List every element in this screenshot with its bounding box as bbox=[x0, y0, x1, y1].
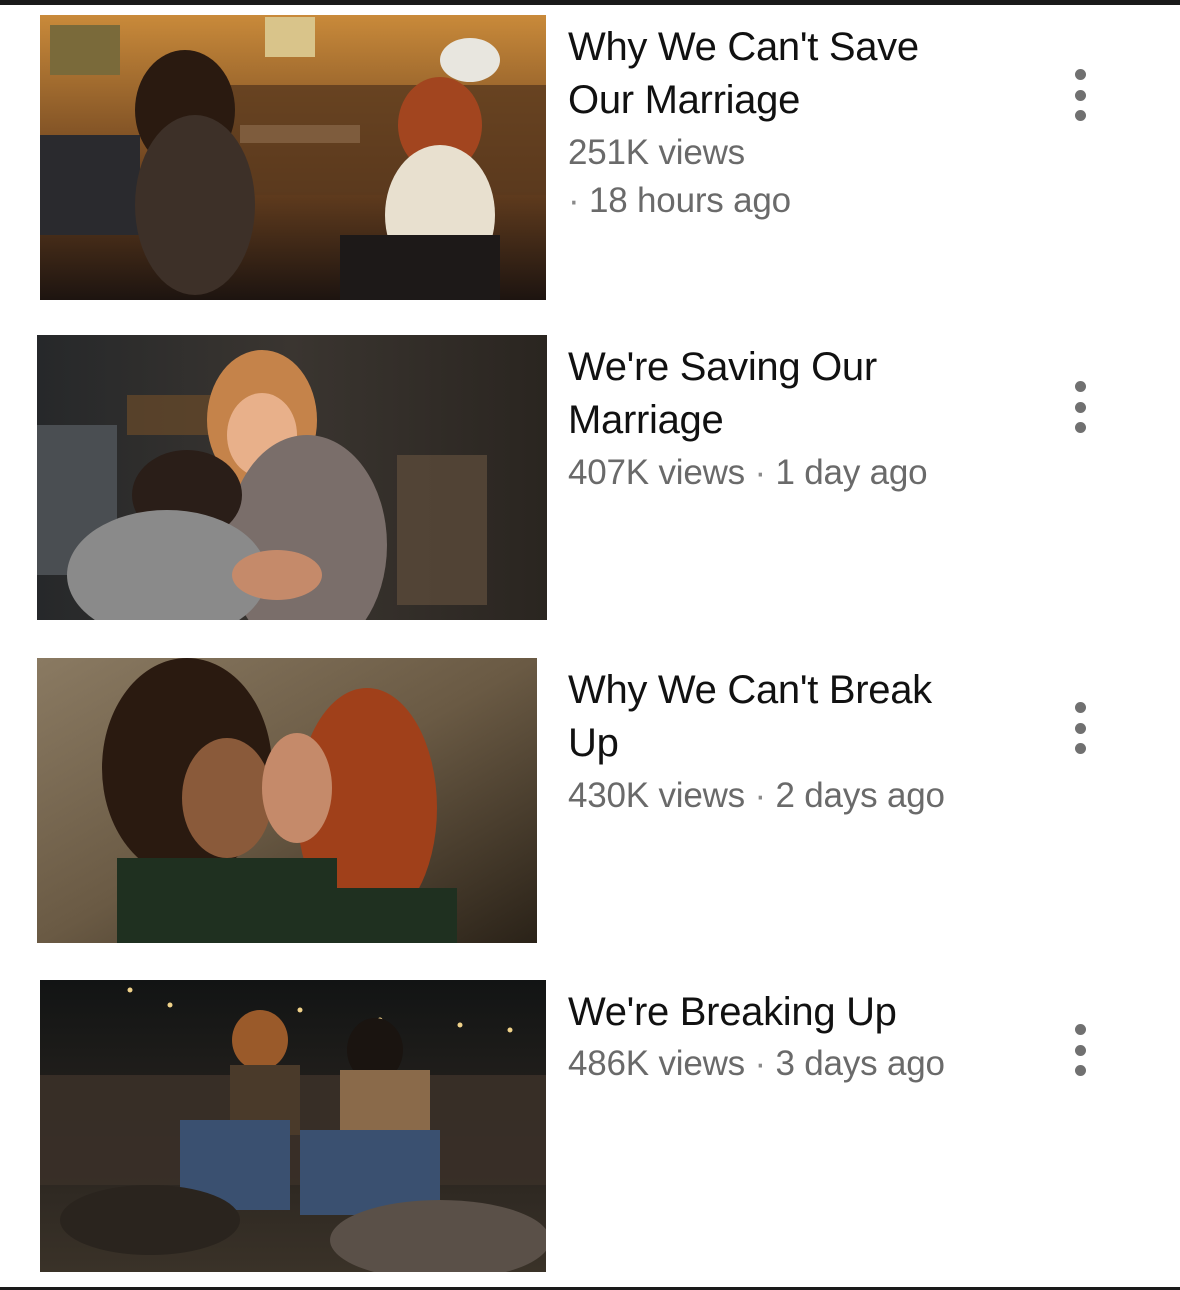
kebab-dot bbox=[1074, 1065, 1086, 1076]
separator-dot: · bbox=[744, 453, 776, 492]
video-thumbnail[interactable] bbox=[40, 980, 546, 1272]
video-item[interactable]: Why We Can't Save Our Marriage 251K view… bbox=[0, 15, 1180, 315]
video-title[interactable]: We're Breaking Up bbox=[568, 986, 988, 1039]
video-item[interactable]: We're Breaking Up 486K views · 3 days ag… bbox=[0, 980, 1180, 1280]
kebab-dot bbox=[1074, 401, 1086, 413]
kebab-dot bbox=[1074, 110, 1086, 121]
kebab-dot bbox=[1074, 1024, 1086, 1035]
more-vert-icon[interactable] bbox=[1060, 375, 1100, 439]
video-item[interactable]: Why We Can't Break Up 430K views · 2 day… bbox=[0, 658, 1180, 958]
view-count: 486K views bbox=[568, 1044, 745, 1083]
video-thumbnail[interactable] bbox=[40, 15, 546, 300]
view-count: 251K views bbox=[568, 133, 745, 172]
separator-dot: · bbox=[568, 181, 589, 220]
video-meta: 430K views · 2 days ago bbox=[568, 772, 988, 820]
video-title[interactable]: We're Saving Our Marriage bbox=[568, 341, 988, 447]
video-title[interactable]: Why We Can't Break Up bbox=[568, 664, 988, 770]
more-vert-icon[interactable] bbox=[1060, 696, 1100, 760]
separator-dot: · bbox=[744, 776, 776, 815]
kebab-dot bbox=[1074, 69, 1086, 80]
separator-dot: · bbox=[744, 1044, 776, 1083]
upload-age: 1 day ago bbox=[775, 453, 928, 492]
upload-age: 18 hours ago bbox=[588, 181, 791, 220]
kebab-dot bbox=[1074, 1044, 1086, 1056]
video-meta: 486K views · 3 days ago bbox=[568, 1040, 988, 1088]
video-item[interactable]: We're Saving Our Marriage 407K views · 1… bbox=[0, 335, 1180, 635]
upload-age: 2 days ago bbox=[775, 776, 945, 815]
view-count: 407K views bbox=[568, 453, 745, 492]
upload-age-line: · 18 hours ago bbox=[568, 177, 988, 225]
kebab-dot bbox=[1074, 702, 1086, 713]
video-meta: 407K views · 1 day ago bbox=[568, 449, 988, 497]
kebab-dot bbox=[1074, 743, 1086, 754]
kebab-dot bbox=[1074, 381, 1086, 392]
kebab-dot bbox=[1074, 89, 1086, 101]
video-thumbnail[interactable] bbox=[37, 335, 547, 620]
video-list: Why We Can't Save Our Marriage 251K view… bbox=[0, 0, 1180, 1290]
more-vert-icon[interactable] bbox=[1060, 1018, 1100, 1082]
video-title[interactable]: Why We Can't Save Our Marriage bbox=[568, 21, 988, 127]
view-count: 430K views bbox=[568, 776, 745, 815]
kebab-dot bbox=[1074, 422, 1086, 433]
more-vert-icon[interactable] bbox=[1060, 63, 1100, 127]
upload-age: 3 days ago bbox=[775, 1044, 945, 1083]
kebab-dot bbox=[1074, 722, 1086, 734]
video-thumbnail[interactable] bbox=[37, 658, 537, 943]
